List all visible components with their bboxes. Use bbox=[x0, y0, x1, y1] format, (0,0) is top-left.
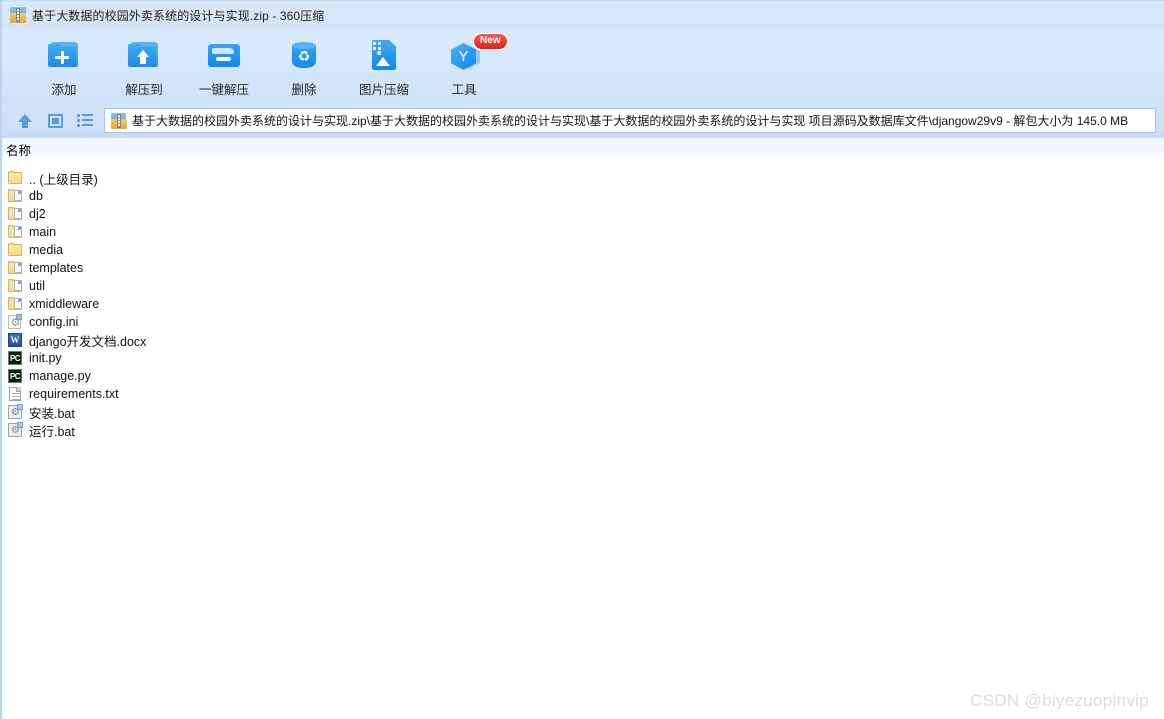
folder-icon bbox=[7, 188, 23, 204]
extract-to-button-label: 解压到 bbox=[125, 83, 163, 97]
list-item-label: media bbox=[29, 243, 64, 257]
list-item-label: db bbox=[29, 189, 43, 203]
list-item[interactable]: PC init.py bbox=[2, 349, 1164, 367]
list-item-label: requirements.txt bbox=[29, 387, 119, 401]
title-bar: 基于大数据的校园外卖系统的设计与实现.zip - 360压缩 bbox=[2, 0, 1164, 29]
new-badge: New bbox=[473, 33, 508, 50]
file-list[interactable]: .. (上级目录) db dj2 main media templates ut… bbox=[2, 160, 1164, 719]
delete-button[interactable]: ♻ 删除 bbox=[264, 35, 344, 101]
folder-icon bbox=[7, 278, 23, 294]
window-title: 基于大数据的校园外卖系统的设计与实现.zip - 360压缩 bbox=[32, 8, 325, 23]
watermark: CSDN @biyezuopinvip bbox=[970, 691, 1149, 710]
list-item[interactable]: PC manage.py bbox=[2, 367, 1164, 385]
list-item-label: init.py bbox=[29, 351, 62, 365]
image-compress-button[interactable]: 图片压缩 bbox=[344, 35, 424, 101]
word-docx-icon: W bbox=[7, 332, 23, 348]
address-bar: 基于大数据的校园外卖系统的设计与实现.zip\基于大数据的校园外卖系统的设计与实… bbox=[2, 103, 1164, 138]
list-item-label: dj2 bbox=[29, 207, 46, 221]
list-item-label: templates bbox=[29, 261, 84, 275]
app-window: 基于大数据的校园外卖系统的设计与实现.zip - 360压缩 添加 解压到 一键… bbox=[0, 0, 1164, 719]
list-item[interactable]: requirements.txt bbox=[2, 385, 1164, 403]
view-mode-icon bbox=[47, 113, 63, 128]
extract-to-button[interactable]: 解压到 bbox=[104, 35, 184, 101]
list-item-label: config.ini bbox=[29, 315, 79, 329]
one-click-extract-icon bbox=[206, 37, 242, 73]
list-item[interactable]: xmiddleware bbox=[2, 295, 1164, 313]
list-item[interactable]: media bbox=[2, 241, 1164, 259]
zip-archive-icon bbox=[111, 113, 127, 129]
column-header-row: 名称 bbox=[2, 138, 1164, 160]
python-file-icon: PC bbox=[7, 350, 23, 366]
list-item-label: 安装.bat bbox=[29, 406, 75, 421]
folder-plain-icon bbox=[7, 242, 23, 258]
list-item[interactable]: db bbox=[2, 187, 1164, 205]
list-item[interactable]: W django开发文档.docx bbox=[2, 331, 1164, 349]
list-mode-icon bbox=[77, 114, 93, 127]
column-header-name[interactable]: 名称 bbox=[2, 140, 31, 159]
folder-icon bbox=[7, 260, 23, 276]
path-input[interactable]: 基于大数据的校园外卖系统的设计与实现.zip\基于大数据的校园外卖系统的设计与实… bbox=[104, 108, 1156, 133]
trash-delete-icon: ♻ bbox=[286, 37, 322, 73]
list-item[interactable]: config.ini bbox=[2, 313, 1164, 331]
folder-icon bbox=[7, 224, 23, 240]
add-button-label: 添加 bbox=[51, 83, 77, 97]
list-item[interactable]: dj2 bbox=[2, 205, 1164, 223]
delete-button-label: 删除 bbox=[291, 83, 317, 97]
view-mode-button[interactable] bbox=[42, 108, 68, 134]
folder-icon bbox=[7, 296, 23, 312]
list-item[interactable]: util bbox=[2, 277, 1164, 295]
zip-archive-icon bbox=[10, 7, 26, 23]
folder-up-icon bbox=[7, 170, 23, 186]
list-item[interactable]: .. (上级目录) bbox=[2, 169, 1164, 187]
list-item-label: util bbox=[29, 279, 45, 293]
python-file-icon: PC bbox=[7, 368, 23, 384]
list-item[interactable]: 安装.bat bbox=[2, 403, 1164, 421]
text-file-icon bbox=[7, 386, 23, 402]
batch-file-icon bbox=[7, 422, 23, 438]
list-item-label: .. (上级目录) bbox=[29, 172, 98, 187]
up-directory-icon bbox=[17, 113, 33, 129]
image-compress-icon bbox=[366, 37, 402, 73]
list-item-label: django开发文档.docx bbox=[29, 334, 147, 349]
list-item-label: manage.py bbox=[29, 369, 91, 383]
up-directory-button[interactable] bbox=[12, 108, 38, 134]
add-button[interactable]: 添加 bbox=[24, 35, 104, 101]
main-toolbar: 添加 解压到 一键解压 ♻ 删除 图片压缩 Y New 工具 bbox=[2, 29, 1164, 103]
folder-icon bbox=[7, 206, 23, 222]
list-item-label: main bbox=[29, 225, 57, 239]
list-item[interactable]: 运行.bat bbox=[2, 421, 1164, 439]
list-item-label: xmiddleware bbox=[29, 297, 100, 311]
list-item[interactable]: templates bbox=[2, 259, 1164, 277]
tools-button-label: 工具 bbox=[451, 83, 477, 97]
one-click-extract-button-label: 一键解压 bbox=[198, 83, 249, 97]
tools-hexagon-icon: Y New bbox=[446, 33, 508, 73]
one-click-extract-button[interactable]: 一键解压 bbox=[184, 35, 264, 101]
folder-extract-icon bbox=[126, 37, 162, 73]
list-item[interactable]: main bbox=[2, 223, 1164, 241]
tools-button[interactable]: Y New 工具 bbox=[424, 33, 508, 101]
folder-add-icon bbox=[46, 37, 82, 73]
path-text: 基于大数据的校园外卖系统的设计与实现.zip\基于大数据的校园外卖系统的设计与实… bbox=[132, 114, 1129, 128]
ini-file-icon bbox=[7, 314, 23, 330]
list-mode-button[interactable] bbox=[72, 108, 98, 134]
image-compress-button-label: 图片压缩 bbox=[358, 83, 409, 97]
list-item-label: 运行.bat bbox=[29, 424, 75, 439]
batch-file-icon bbox=[7, 404, 23, 420]
